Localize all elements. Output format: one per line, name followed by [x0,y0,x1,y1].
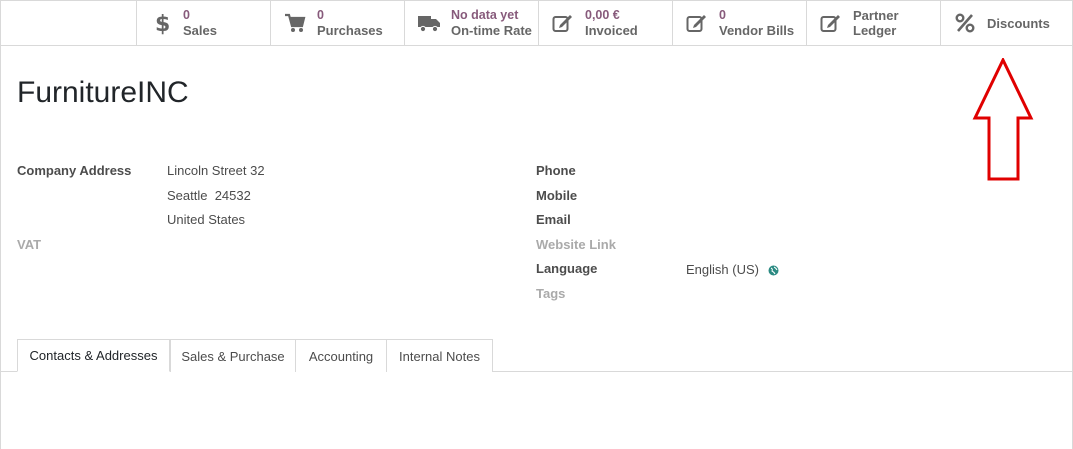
edit-icon [551,11,575,35]
on-time-rate-button[interactable]: No data yet On-time Rate [404,1,538,45]
mobile-label: Mobile [536,188,578,203]
edit-icon [685,11,709,35]
language-field[interactable]: English (US) [686,262,759,277]
invoiced-button[interactable]: 0,00 € Invoiced [538,1,672,45]
dollar-icon: $ [149,11,173,35]
city-zip-field[interactable]: Seattle 24532 [167,188,251,203]
email-label: Email [536,212,571,227]
partner-ledger-button[interactable]: Partner Ledger [806,1,940,45]
vendor-bills-button[interactable]: 0 Vendor Bills [672,1,806,45]
discounts-label: Discounts [987,15,1050,31]
tab-accounting[interactable]: Accounting [295,339,387,372]
purchases-count: 0 [317,8,324,22]
invoiced-label: Invoiced [585,23,638,38]
country-field[interactable]: United States [167,212,245,227]
truck-icon [417,11,441,35]
on-time-rate-value: No data yet [451,8,519,22]
on-time-rate-label: On-time Rate [451,23,532,38]
tags-label: Tags [536,286,566,301]
purchases-label: Purchases [317,23,383,38]
partner-ledger-label-line2: Ledger [853,23,897,38]
tab-internal-notes[interactable]: Internal Notes [386,339,493,372]
annotation-arrow-icon [972,58,1034,181]
vat-label: VAT [17,237,42,252]
vendor-bills-label: Vendor Bills [719,23,795,38]
discounts-button[interactable]: Discounts [940,1,1072,45]
edit-icon [819,11,843,35]
left-border [0,46,1,449]
smart-button-bar: $ 0 Sales 0 Purchases No data yet On-time R… [0,0,1073,46]
globe-icon[interactable] [768,263,779,281]
sales-button[interactable]: $ 0 Sales [136,1,270,45]
cart-icon [283,11,307,35]
invoiced-amount: 0,00 € [585,8,620,22]
vendor-bills-count: 0 [719,8,726,22]
tab-contacts-addresses[interactable]: Contacts & Addresses [17,339,170,372]
website-label: Website Link [536,237,616,252]
svg-text:$: $ [155,12,169,35]
company-address-label: Company Address [17,163,132,178]
phone-label: Phone [536,163,576,178]
purchases-button[interactable]: 0 Purchases [270,1,404,45]
sales-label: Sales [183,23,217,38]
percent-icon [953,11,977,35]
language-label: Language [536,261,598,276]
partner-name: FurnitureINC [17,76,189,109]
sales-count: 0 [183,8,190,22]
street-field[interactable]: Lincoln Street 32 [167,163,265,178]
tab-sales-purchase[interactable]: Sales & Purchase [170,339,296,372]
partner-ledger-label-line1: Partner [853,8,899,23]
